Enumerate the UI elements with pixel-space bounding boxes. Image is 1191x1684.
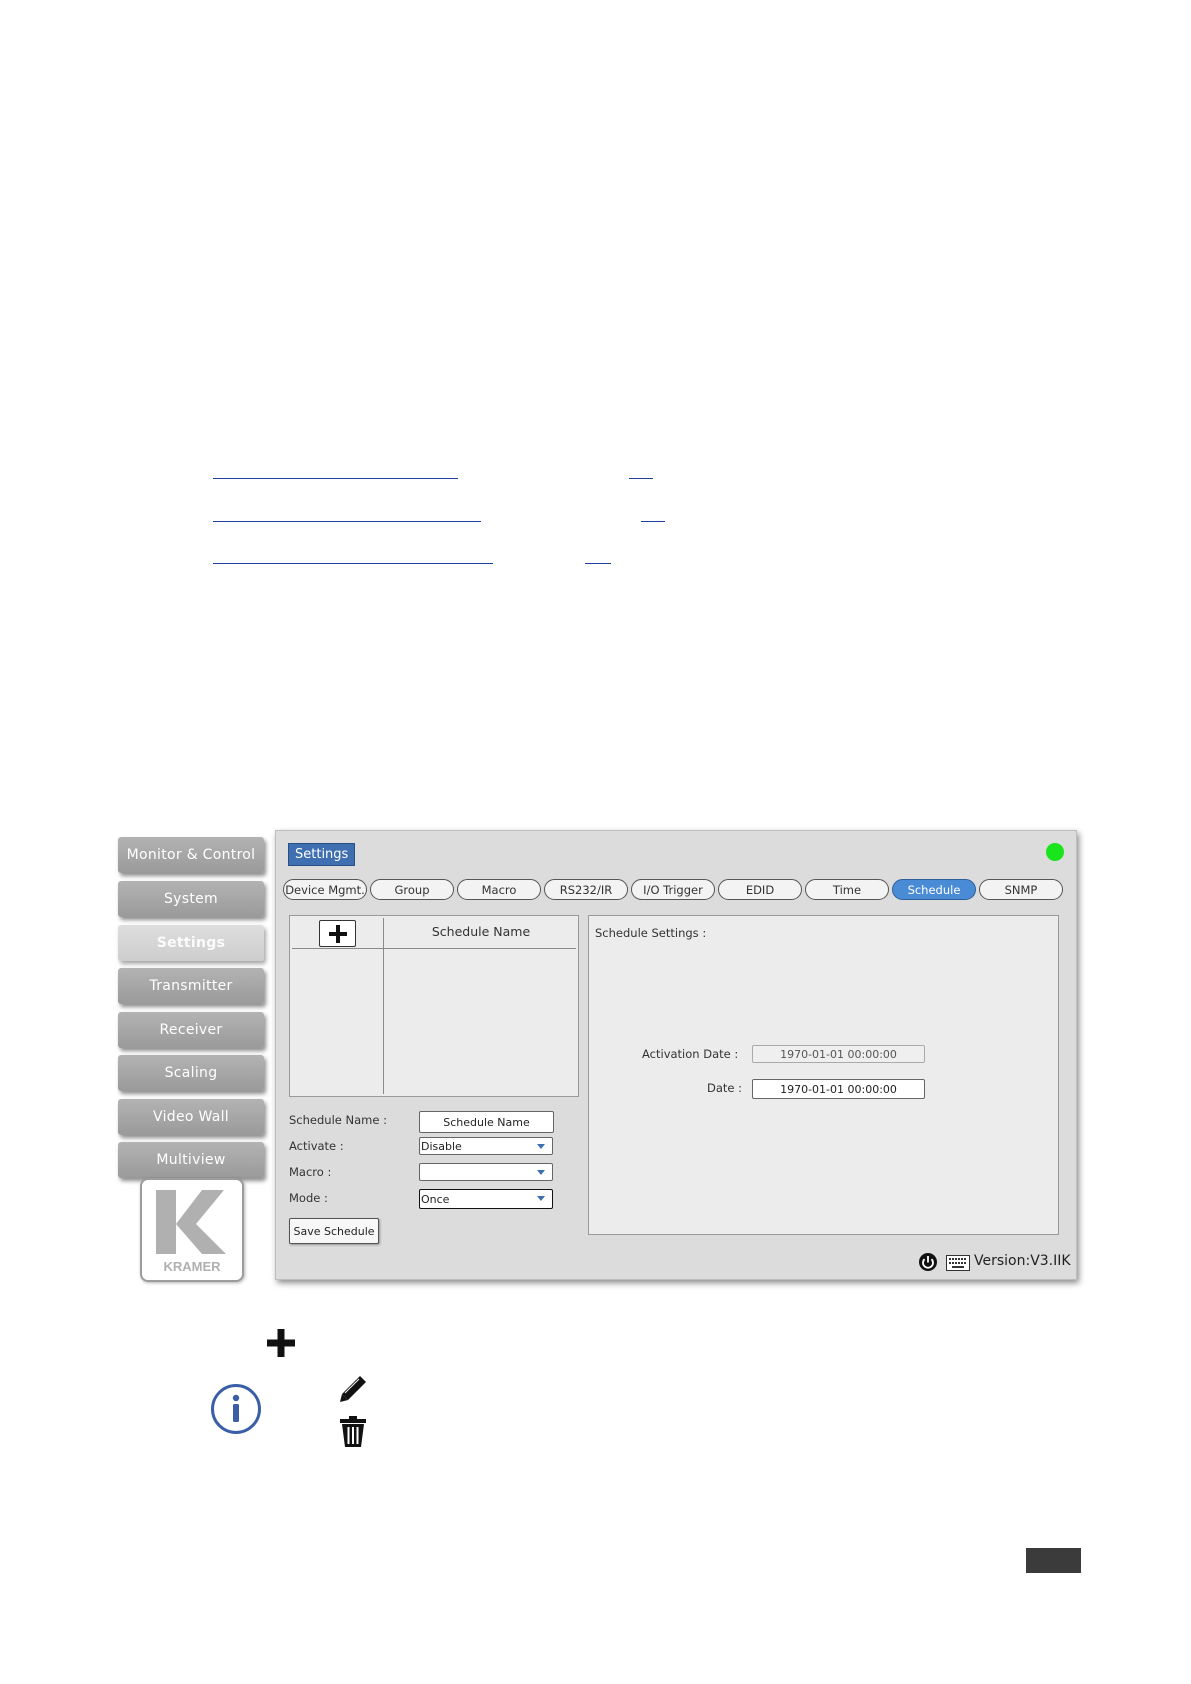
main-panel: Settings Device Mgmt. Group Macro RS232/… (275, 830, 1077, 1280)
schedule-settings-title: Schedule Settings : (595, 926, 707, 940)
sidebar-item-monitor-control[interactable]: Monitor & Control (118, 837, 264, 873)
add-schedule-button[interactable] (319, 920, 356, 947)
save-schedule-button[interactable]: Save Schedule (289, 1218, 379, 1244)
logo-text: KRAMER (163, 1259, 221, 1274)
page-number-block (1026, 1548, 1081, 1573)
sidebar-item-multiview[interactable]: Multiview (118, 1142, 264, 1178)
sidebar-item-transmitter[interactable]: Transmitter (118, 968, 264, 1004)
sidebar-item-scaling[interactable]: Scaling (118, 1055, 264, 1091)
link-3[interactable] (213, 563, 493, 564)
power-icon[interactable] (918, 1252, 938, 1272)
activate-value: Disable (421, 1139, 462, 1153)
sidebar-item-video-wall[interactable]: Video Wall (118, 1099, 264, 1135)
link-1[interactable] (213, 478, 458, 479)
activate-label: Activate : (289, 1139, 344, 1153)
tab-edid[interactable]: EDID (718, 879, 802, 900)
macro-label: Macro : (289, 1165, 332, 1179)
sidebar-item-receiver[interactable]: Receiver (118, 1012, 264, 1048)
mode-value: Once (421, 1192, 450, 1206)
schedule-list: Schedule Name (289, 915, 579, 1097)
kramer-logo: KRAMER (140, 1178, 244, 1282)
trash-icon (340, 1416, 366, 1447)
sidebar-item-settings[interactable]: Settings (118, 925, 264, 961)
tab-io-trigger[interactable]: I/O Trigger (631, 879, 715, 900)
list-column-header: Schedule Name (431, 924, 531, 939)
mode-select[interactable]: Once (419, 1189, 553, 1209)
macro-select[interactable] (419, 1163, 553, 1181)
activate-select[interactable]: Disable (419, 1137, 553, 1155)
activation-date-field: 1970-01-01 00:00:00 (752, 1045, 925, 1063)
plus-icon (328, 924, 347, 943)
sidebar-item-system[interactable]: System (118, 881, 264, 917)
tab-macro[interactable]: Macro (457, 879, 541, 900)
chevron-down-icon (537, 1170, 545, 1175)
schedule-settings: Schedule Settings : Activation Date : 19… (588, 915, 1059, 1235)
link-3-page[interactable] (585, 563, 611, 564)
kramer-logo-icon: KRAMER (156, 1190, 226, 1274)
chevron-down-icon (537, 1196, 545, 1201)
link-1-page[interactable] (629, 478, 653, 479)
status-indicator (1046, 843, 1064, 861)
tab-device-mgmt[interactable]: Device Mgmt. (283, 879, 367, 900)
list-column-divider (383, 918, 384, 1094)
date-label: Date : (707, 1081, 743, 1095)
link-2-page[interactable] (641, 521, 665, 522)
version-label: Version:V3.IIK (974, 1253, 1071, 1269)
activation-date-label: Activation Date : (642, 1047, 739, 1061)
tab-rs232-ir[interactable]: RS232/IR (544, 879, 628, 900)
tab-schedule[interactable]: Schedule (892, 879, 976, 900)
date-input[interactable]: 1970-01-01 00:00:00 (752, 1079, 925, 1099)
link-2[interactable] (213, 521, 481, 522)
plus-icon (267, 1329, 295, 1357)
panel-title: Settings (288, 843, 356, 866)
mode-label: Mode : (289, 1191, 328, 1205)
schedule-name-label: Schedule Name : (289, 1113, 387, 1127)
info-icon (211, 1384, 261, 1434)
tab-snmp[interactable]: SNMP (979, 879, 1063, 900)
keyboard-icon[interactable] (946, 1255, 970, 1271)
chevron-down-icon (537, 1144, 545, 1149)
pencil-icon (340, 1376, 366, 1402)
schedule-name-input[interactable]: Schedule Name (419, 1111, 554, 1133)
tab-group[interactable]: Group (370, 879, 454, 900)
tab-time[interactable]: Time (805, 879, 889, 900)
